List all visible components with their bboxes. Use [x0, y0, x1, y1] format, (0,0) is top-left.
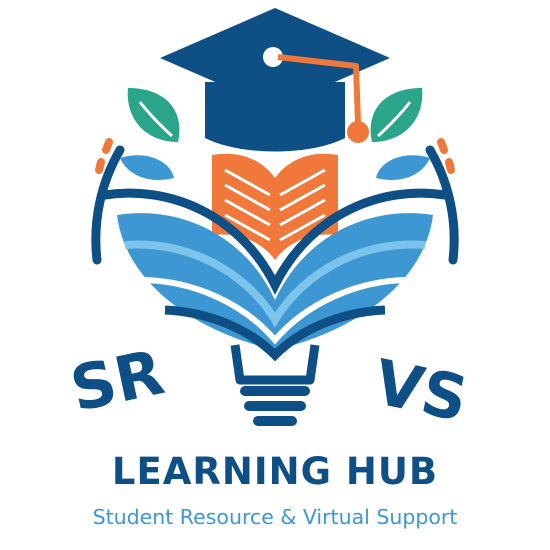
initials-right: VS [368, 345, 474, 436]
initials-left: SR [64, 335, 170, 426]
logo-subtitle: Student Resource & Virtual Support [92, 505, 458, 529]
logo-title: LEARNING HUB [111, 450, 439, 493]
graduation-cap-icon [160, 8, 390, 152]
logo-graphic: SR VS [64, 8, 474, 436]
